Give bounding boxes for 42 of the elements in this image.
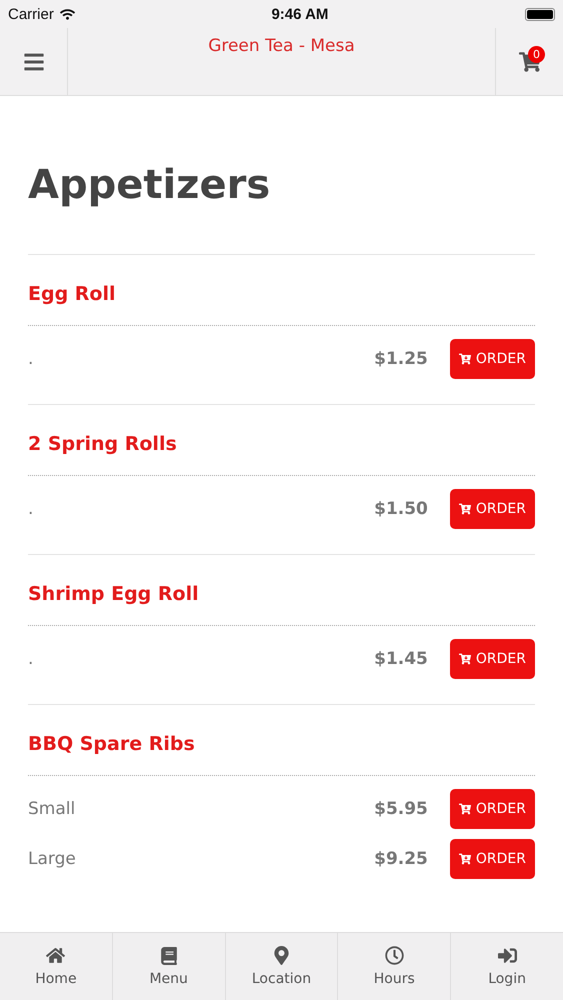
item-price: $9.25 <box>374 849 428 869</box>
item-price: $5.95 <box>374 799 428 819</box>
cart-icon <box>458 653 471 665</box>
cart-icon <box>458 353 471 365</box>
order-button[interactable]: ORDER <box>450 639 535 679</box>
item-name: 2 Spring Rolls <box>28 433 535 476</box>
cart-count-badge: 0 <box>528 46 545 63</box>
tab-bar-item[interactable]: Home <box>0 933 113 1000</box>
tab-bar-item[interactable]: Login <box>451 933 563 1000</box>
cart-icon <box>458 803 471 815</box>
battery-icon <box>525 8 555 20</box>
restaurant-title: Green Tea - Mesa <box>208 36 355 56</box>
option-label: Small <box>28 799 76 819</box>
option-label: . <box>28 649 34 669</box>
order-button[interactable]: ORDER <box>450 789 535 829</box>
item-name: BBQ Spare Ribs <box>28 733 535 776</box>
clock-time: 9:46 AM <box>271 6 328 22</box>
clock-icon <box>384 946 404 965</box>
item-name: Shrimp Egg Roll <box>28 583 535 626</box>
cart-icon <box>458 853 471 865</box>
order-button[interactable]: ORDER <box>450 839 535 879</box>
order-button[interactable]: ORDER <box>450 339 535 379</box>
item-price: $1.45 <box>374 649 428 669</box>
order-button[interactable]: ORDER <box>450 489 535 529</box>
cart-icon <box>458 503 471 515</box>
home-icon <box>46 946 66 965</box>
book-icon <box>160 946 178 964</box>
option-label: Large <box>28 849 77 869</box>
item-name: Egg Roll <box>28 283 535 326</box>
section-title: Appetizers <box>28 162 272 208</box>
option-label: . <box>28 499 34 519</box>
map-pin-icon <box>272 946 291 965</box>
menu-icon[interactable] <box>22 50 44 72</box>
tab-bar-item[interactable]: Location <box>226 933 338 1000</box>
tab-bar-item[interactable]: Hours <box>338 933 452 1000</box>
item-price: $1.25 <box>374 349 428 369</box>
wifi-icon <box>60 6 75 22</box>
carrier-name: Carrier <box>8 6 54 22</box>
item-price: $1.50 <box>374 499 428 519</box>
login-icon <box>498 946 517 965</box>
tab-bar-item[interactable]: Menu <box>112 933 226 1000</box>
option-label: . <box>28 349 34 369</box>
